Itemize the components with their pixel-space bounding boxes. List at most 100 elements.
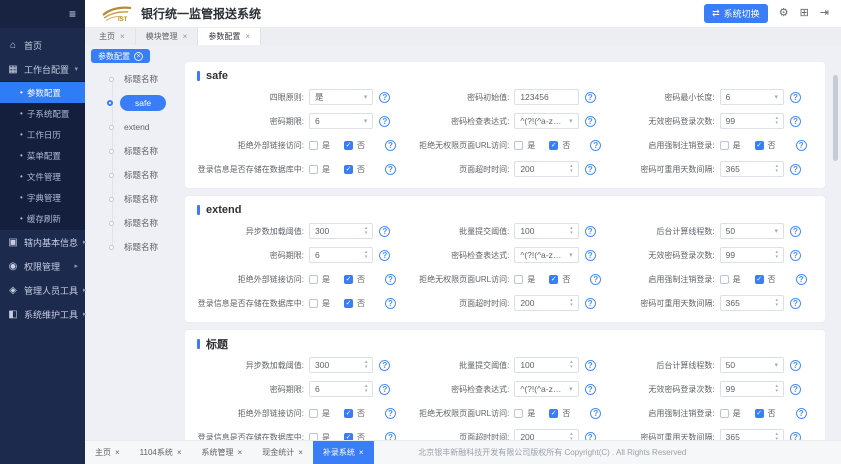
sidebar-item-参数配置[interactable]: •参数配置 xyxy=(0,82,85,103)
help-icon[interactable]: ? xyxy=(379,360,390,371)
tab-参数配置[interactable]: 参数配置× xyxy=(198,28,261,45)
help-icon[interactable]: ? xyxy=(385,298,396,309)
close-icon[interactable]: × xyxy=(115,448,120,457)
checkbox-是[interactable] xyxy=(514,141,523,150)
checkbox-否[interactable]: ✓ xyxy=(549,141,558,150)
anchor-item-标题名称[interactable]: 标题名称 xyxy=(107,235,187,259)
help-icon[interactable]: ? xyxy=(796,408,807,419)
footer-tab-补录系统[interactable]: 补录系统× xyxy=(313,441,374,464)
checkbox-是[interactable] xyxy=(514,409,523,418)
anchor-item-标题名称[interactable]: 标题名称 xyxy=(107,67,187,91)
help-icon[interactable]: ? xyxy=(790,384,801,395)
checkbox-否[interactable]: ✓ xyxy=(755,275,764,284)
sidebar-item-工作台配置[interactable]: ▦工作台配置▾ xyxy=(0,57,85,81)
sidebar-item-缓存刷新[interactable]: •缓存刷新 xyxy=(0,208,85,229)
checkbox-否[interactable]: ✓ xyxy=(344,141,353,150)
select-control[interactable]: ^(?!(^a-zA-z)+$)(?!\D+$)((0-9A-Z...▾ xyxy=(514,113,578,129)
stepper-control[interactable]: 365▴▾ xyxy=(720,429,784,440)
footer-tab-主页[interactable]: 主页× xyxy=(85,441,130,464)
help-icon[interactable]: ? xyxy=(585,384,596,395)
sidebar-item-系统维护工具[interactable]: ◧系统维护工具▸ xyxy=(0,302,85,326)
stepper-control[interactable]: 99▴▾ xyxy=(720,247,784,263)
stepper-control[interactable]: 200▴▾ xyxy=(514,161,578,177)
select-control[interactable]: 6▾ xyxy=(720,89,784,105)
stepper-control[interactable]: 200▴▾ xyxy=(514,295,578,311)
checkbox-是[interactable] xyxy=(514,275,523,284)
help-icon[interactable]: ? xyxy=(790,116,801,127)
sidebar-item-子系统配置[interactable]: •子系统配置 xyxy=(0,103,85,124)
help-icon[interactable]: ? xyxy=(379,92,390,103)
checkbox-否[interactable]: ✓ xyxy=(344,165,353,174)
anchor-item-标题名称[interactable]: 标题名称 xyxy=(107,139,187,163)
checkbox-否[interactable]: ✓ xyxy=(549,409,558,418)
help-icon[interactable]: ? xyxy=(379,250,390,261)
close-icon[interactable]: × xyxy=(120,32,125,41)
help-icon[interactable]: ? xyxy=(796,274,807,285)
checkbox-否[interactable]: ✓ xyxy=(549,275,558,284)
help-icon[interactable]: ? xyxy=(379,226,390,237)
checkbox-否[interactable]: ✓ xyxy=(344,433,353,441)
stepper-control[interactable]: 100▴▾ xyxy=(514,357,578,373)
help-icon[interactable]: ? xyxy=(590,140,601,151)
sidebar-item-菜单配置[interactable]: •菜单配置 xyxy=(0,145,85,166)
checkbox-否[interactable]: ✓ xyxy=(344,409,353,418)
select-control[interactable]: 6▾ xyxy=(309,113,373,129)
help-icon[interactable]: ? xyxy=(379,116,390,127)
stepper-control[interactable]: 300▴▾ xyxy=(309,357,373,373)
help-icon[interactable]: ? xyxy=(585,360,596,371)
checkbox-是[interactable] xyxy=(720,409,729,418)
help-icon[interactable]: ? xyxy=(585,298,596,309)
filter-chip-params[interactable]: 参数配置 × xyxy=(91,49,150,63)
help-icon[interactable]: ? xyxy=(585,250,596,261)
help-icon[interactable]: ? xyxy=(385,274,396,285)
sidebar-item-辖内基本信息[interactable]: ▣辖内基本信息▸ xyxy=(0,230,85,254)
sidebar-item-首页[interactable]: ⌂首页 xyxy=(0,33,85,57)
checkbox-是[interactable] xyxy=(720,275,729,284)
select-control[interactable]: 是▾ xyxy=(309,89,373,105)
help-icon[interactable]: ? xyxy=(585,432,596,441)
fullscreen-icon[interactable]: ⊞ xyxy=(800,8,809,19)
checkbox-否[interactable]: ✓ xyxy=(755,409,764,418)
anchor-item-extend[interactable]: extend xyxy=(107,115,187,139)
help-icon[interactable]: ? xyxy=(790,250,801,261)
sidebar-item-字典管理[interactable]: •字典管理 xyxy=(0,187,85,208)
scrollbar-thumb[interactable] xyxy=(833,75,838,161)
stepper-control[interactable]: 365▴▾ xyxy=(720,295,784,311)
sidebar-item-工作日历[interactable]: •工作日历 xyxy=(0,124,85,145)
stepper-control[interactable]: 99▴▾ xyxy=(720,381,784,397)
anchor-item-safe[interactable]: safe xyxy=(107,91,187,115)
checkbox-是[interactable] xyxy=(309,299,318,308)
stepper-control[interactable]: 100▴▾ xyxy=(514,223,578,239)
help-icon[interactable]: ? xyxy=(796,140,807,151)
help-icon[interactable]: ? xyxy=(585,116,596,127)
close-icon[interactable]: × xyxy=(177,448,182,457)
checkbox-是[interactable] xyxy=(720,141,729,150)
anchor-item-标题名称[interactable]: 标题名称 xyxy=(107,187,187,211)
select-control[interactable]: ^(?!(^a-zA-z)+$)(?!\D+$)((0-9A-Z...▾ xyxy=(514,381,578,397)
hamburger-icon[interactable]: ≡ xyxy=(69,7,76,21)
sidebar-item-权限管理[interactable]: ◉权限管理▸ xyxy=(0,254,85,278)
stepper-control[interactable]: 99▴▾ xyxy=(720,113,784,129)
help-icon[interactable]: ? xyxy=(585,164,596,175)
close-icon[interactable]: × xyxy=(359,448,364,457)
checkbox-是[interactable] xyxy=(309,409,318,418)
checkbox-是[interactable] xyxy=(309,433,318,441)
checkbox-否[interactable]: ✓ xyxy=(344,299,353,308)
stepper-control[interactable]: 300▴▾ xyxy=(309,223,373,239)
help-icon[interactable]: ? xyxy=(790,164,801,175)
help-icon[interactable]: ? xyxy=(385,164,396,175)
chip-close-icon[interactable]: × xyxy=(134,52,143,61)
help-icon[interactable]: ? xyxy=(590,408,601,419)
select-control[interactable]: 50▾ xyxy=(720,223,784,239)
stepper-control[interactable]: 6▴▾ xyxy=(309,381,373,397)
close-icon[interactable]: × xyxy=(245,32,250,41)
tab-主页[interactable]: 主页× xyxy=(89,28,136,45)
text-input[interactable]: 123456 xyxy=(514,89,578,105)
stepper-control[interactable]: 200▴▾ xyxy=(514,429,578,440)
footer-tab-1104系统[interactable]: 1104系统× xyxy=(130,441,192,464)
select-control[interactable]: ^(?!(^a-zA-z)+$)(?!\D+$)((0-9A-Z...▾ xyxy=(514,247,578,263)
footer-tab-现金统计[interactable]: 现金统计× xyxy=(252,441,313,464)
anchor-item-标题名称[interactable]: 标题名称 xyxy=(107,211,187,235)
stepper-control[interactable]: 6▴▾ xyxy=(309,247,373,263)
help-icon[interactable]: ? xyxy=(790,226,801,237)
